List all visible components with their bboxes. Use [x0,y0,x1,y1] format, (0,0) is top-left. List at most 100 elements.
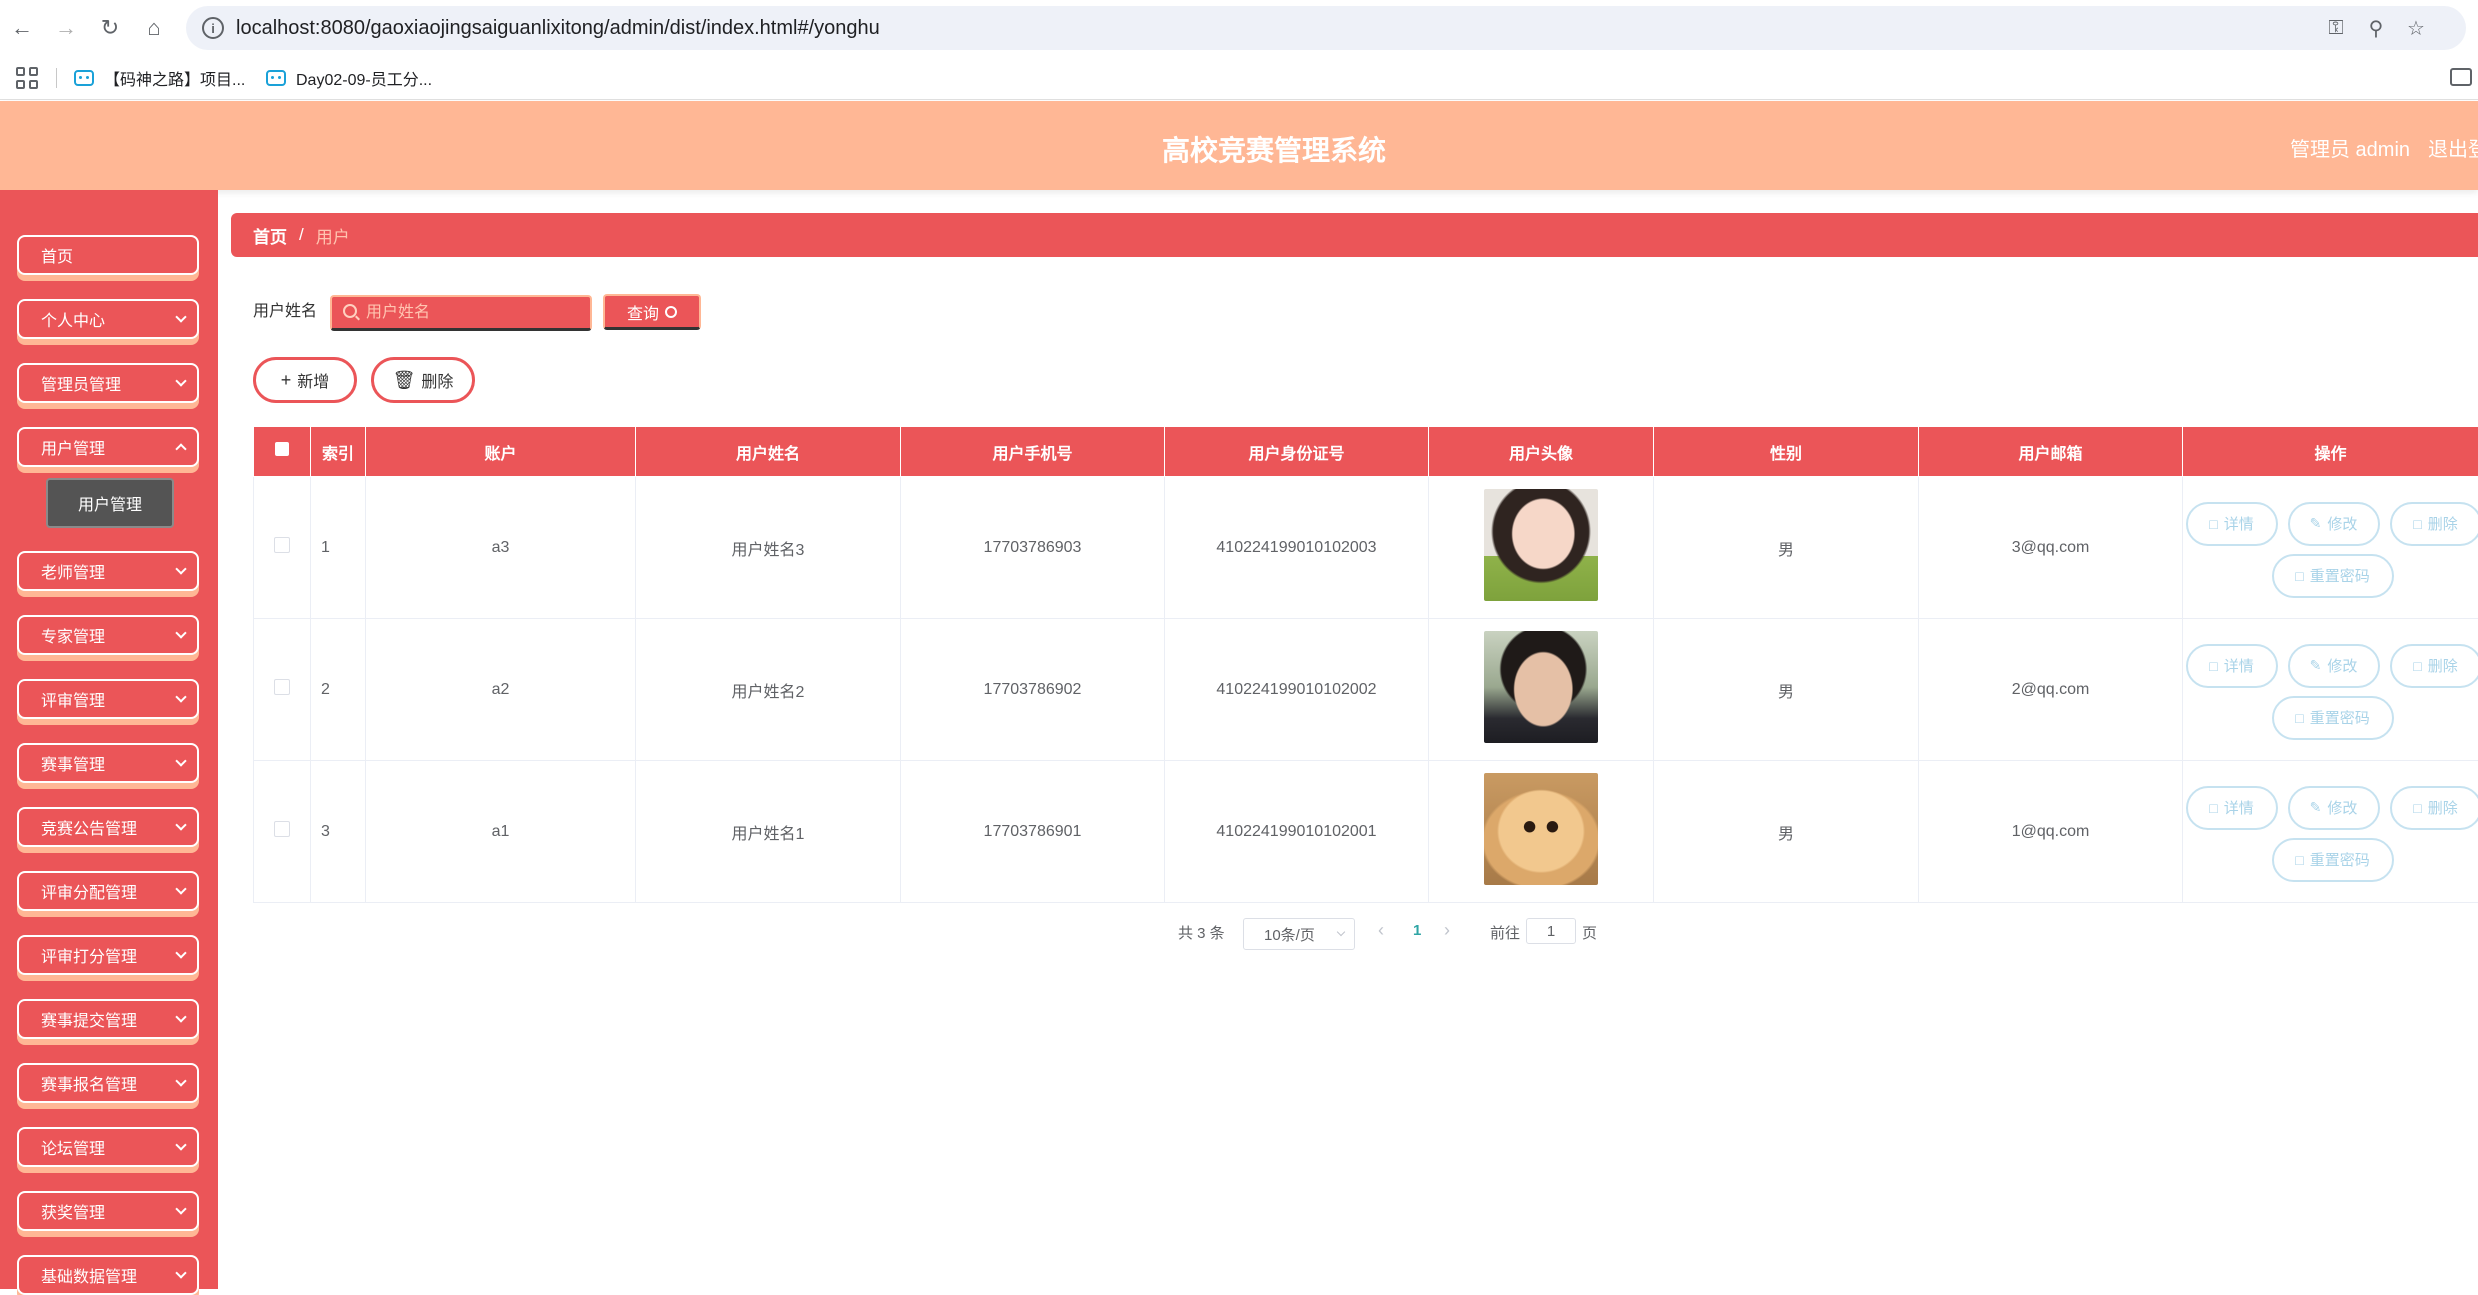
delete-label: 删除 [2428,797,2458,818]
chevron-down-icon [175,819,186,830]
edit-button[interactable]: ✎修改 [2288,502,2380,546]
column-header: 用户头像 [1429,427,1654,477]
search-icon [665,306,677,318]
chevron-down-icon [175,1075,186,1086]
cell-index: 2 [311,619,366,761]
edit-button[interactable]: ✎ 修改 [2288,644,2380,688]
document-icon: □ [2295,852,2303,868]
row-select-cell[interactable] [254,619,311,761]
next-page-icon[interactable]: › [1444,920,1450,941]
logout-link[interactable]: 退出登 [2428,133,2478,162]
add-button-label: 新增 [297,368,329,392]
column-header: 账户 [366,427,636,477]
select-all-checkbox[interactable] [275,442,289,456]
cell-email: 3@qq.com [1919,477,2183,619]
chevron-down-icon [175,375,186,386]
apps-icon[interactable] [16,67,38,89]
sidebar-item-home[interactable]: 首页 [17,235,199,275]
cell-gender: 男 [1654,477,1919,619]
pencil-icon: ✎ [2310,657,2322,674]
plus-icon: + [281,370,292,391]
breadcrumb: 首页 / 用户 [231,213,2478,257]
address-bar[interactable]: i localhost:8080/gaoxiaojingsaiguanlixit… [186,6,2466,50]
page-number-current[interactable]: 1 [1413,922,1421,939]
row-delete-button[interactable]: □删除 [2390,502,2478,546]
edit-label: 修改 [2327,655,2357,676]
sidebar: 首页 个人中心 管理员管理 用户管理 用户管理 老师管理 专家管理 评审管理 赛… [0,190,218,1289]
edit-button[interactable]: ✎修改 [2288,786,2380,830]
detail-button[interactable]: □详情 [2186,786,2278,830]
page-size-select[interactable]: 10条/页 [1243,918,1355,950]
row-delete-button[interactable]: □删除 [2390,644,2478,688]
query-button[interactable]: 查询 [603,294,701,330]
back-icon[interactable]: ← [8,14,36,42]
column-header: 操作 [2183,427,2478,477]
sidebar-item-announcements[interactable]: 竞赛公告管理 [17,807,199,847]
breadcrumb-separator: / [299,225,304,245]
reset-label: 重置密码 [2310,707,2370,728]
column-header: 索引 [311,427,366,477]
row-checkbox[interactable] [274,821,290,837]
reset-password-button[interactable]: □重置密码 [2272,838,2394,882]
bookmark-star-icon[interactable]: ☆ [2404,16,2428,40]
row-checkbox[interactable] [274,537,290,553]
zoom-icon[interactable]: ⚲ [2364,16,2388,40]
sidebar-item-reviews[interactable]: 评审管理 [17,679,199,719]
chevron-down-icon [175,1203,186,1214]
sidebar-item-submissions[interactable]: 赛事提交管理 [17,999,199,1039]
detail-button[interactable]: □详情 [2186,644,2278,688]
bookmark-item[interactable]: 【码神之路】项目... [74,66,245,90]
submenu-item-user-management[interactable]: 用户管理 [46,478,174,528]
sidebar-item-awards[interactable]: 获奖管理 [17,1191,199,1231]
reset-password-button[interactable]: □重置密码 [2272,554,2394,598]
browser-toolbar: ← → ↻ ⌂ i localhost:8080/gaoxiaojingsaig… [0,0,2478,56]
row-actions: □详情 ✎修改 □删除 □重置密码 [2186,782,2476,882]
sidebar-item-registrations[interactable]: 赛事报名管理 [17,1063,199,1103]
add-button[interactable]: + 新增 [253,357,357,403]
cell-name: 用户姓名3 [636,477,901,619]
sidebar-item-label: 赛事报名管理 [41,1071,137,1095]
goto-page-input[interactable] [1526,918,1576,944]
row-checkbox[interactable] [274,679,290,695]
trash-icon: 🗑 [393,370,416,391]
home-icon[interactable]: ⌂ [140,14,168,42]
folder-icon[interactable] [2450,68,2472,86]
sidebar-item-base-data[interactable]: 基础数据管理 [17,1255,199,1295]
sidebar-item-forum[interactable]: 论坛管理 [17,1127,199,1167]
sidebar-item-teachers[interactable]: 老师管理 [17,551,199,591]
goto-unit: 页 [1582,922,1597,943]
bilibili-icon [266,70,286,86]
cell-operations: □详情 ✎修改 □删除 □重置密码 [2183,477,2478,619]
row-select-cell[interactable] [254,761,311,903]
reload-icon[interactable]: ↻ [96,14,124,42]
key-icon[interactable]: ⚿ [2324,16,2348,40]
sidebar-item-events[interactable]: 赛事管理 [17,743,199,783]
cell-index: 1 [311,477,366,619]
reset-password-button[interactable]: □重置密码 [2272,696,2394,740]
reset-label: 重置密码 [2310,565,2370,586]
site-info-icon[interactable]: i [202,17,224,39]
row-delete-button[interactable]: □删除 [2390,786,2478,830]
prev-page-icon[interactable]: ‹ [1378,920,1384,941]
column-header: 用户身份证号 [1165,427,1429,477]
sidebar-item-users[interactable]: 用户管理 [17,427,199,467]
document-icon: □ [2209,800,2217,816]
sidebar-item-review-assignment[interactable]: 评审分配管理 [17,871,199,911]
sidebar-item-label: 竞赛公告管理 [41,815,137,839]
sidebar-item-admin[interactable]: 管理员管理 [17,363,199,403]
detail-button[interactable]: □详情 [2186,502,2278,546]
url-text[interactable]: localhost:8080/gaoxiaojingsaiguanlixiton… [236,17,880,40]
sidebar-item-label: 论坛管理 [41,1135,105,1159]
sidebar-item-experts[interactable]: 专家管理 [17,615,199,655]
sidebar-item-profile[interactable]: 个人中心 [17,299,199,339]
breadcrumb-home[interactable]: 首页 [253,223,287,248]
sidebar-item-label: 基础数据管理 [41,1263,137,1287]
select-all-cell[interactable] [254,427,311,477]
delete-button[interactable]: 🗑 删除 [371,357,475,403]
bookmark-item[interactable]: Day02-09-员工分... [266,66,432,90]
forward-icon[interactable]: → [52,14,80,42]
row-select-cell[interactable] [254,477,311,619]
sidebar-item-review-scoring[interactable]: 评审打分管理 [17,935,199,975]
cell-avatar [1429,619,1654,761]
search-input[interactable] [330,295,592,331]
